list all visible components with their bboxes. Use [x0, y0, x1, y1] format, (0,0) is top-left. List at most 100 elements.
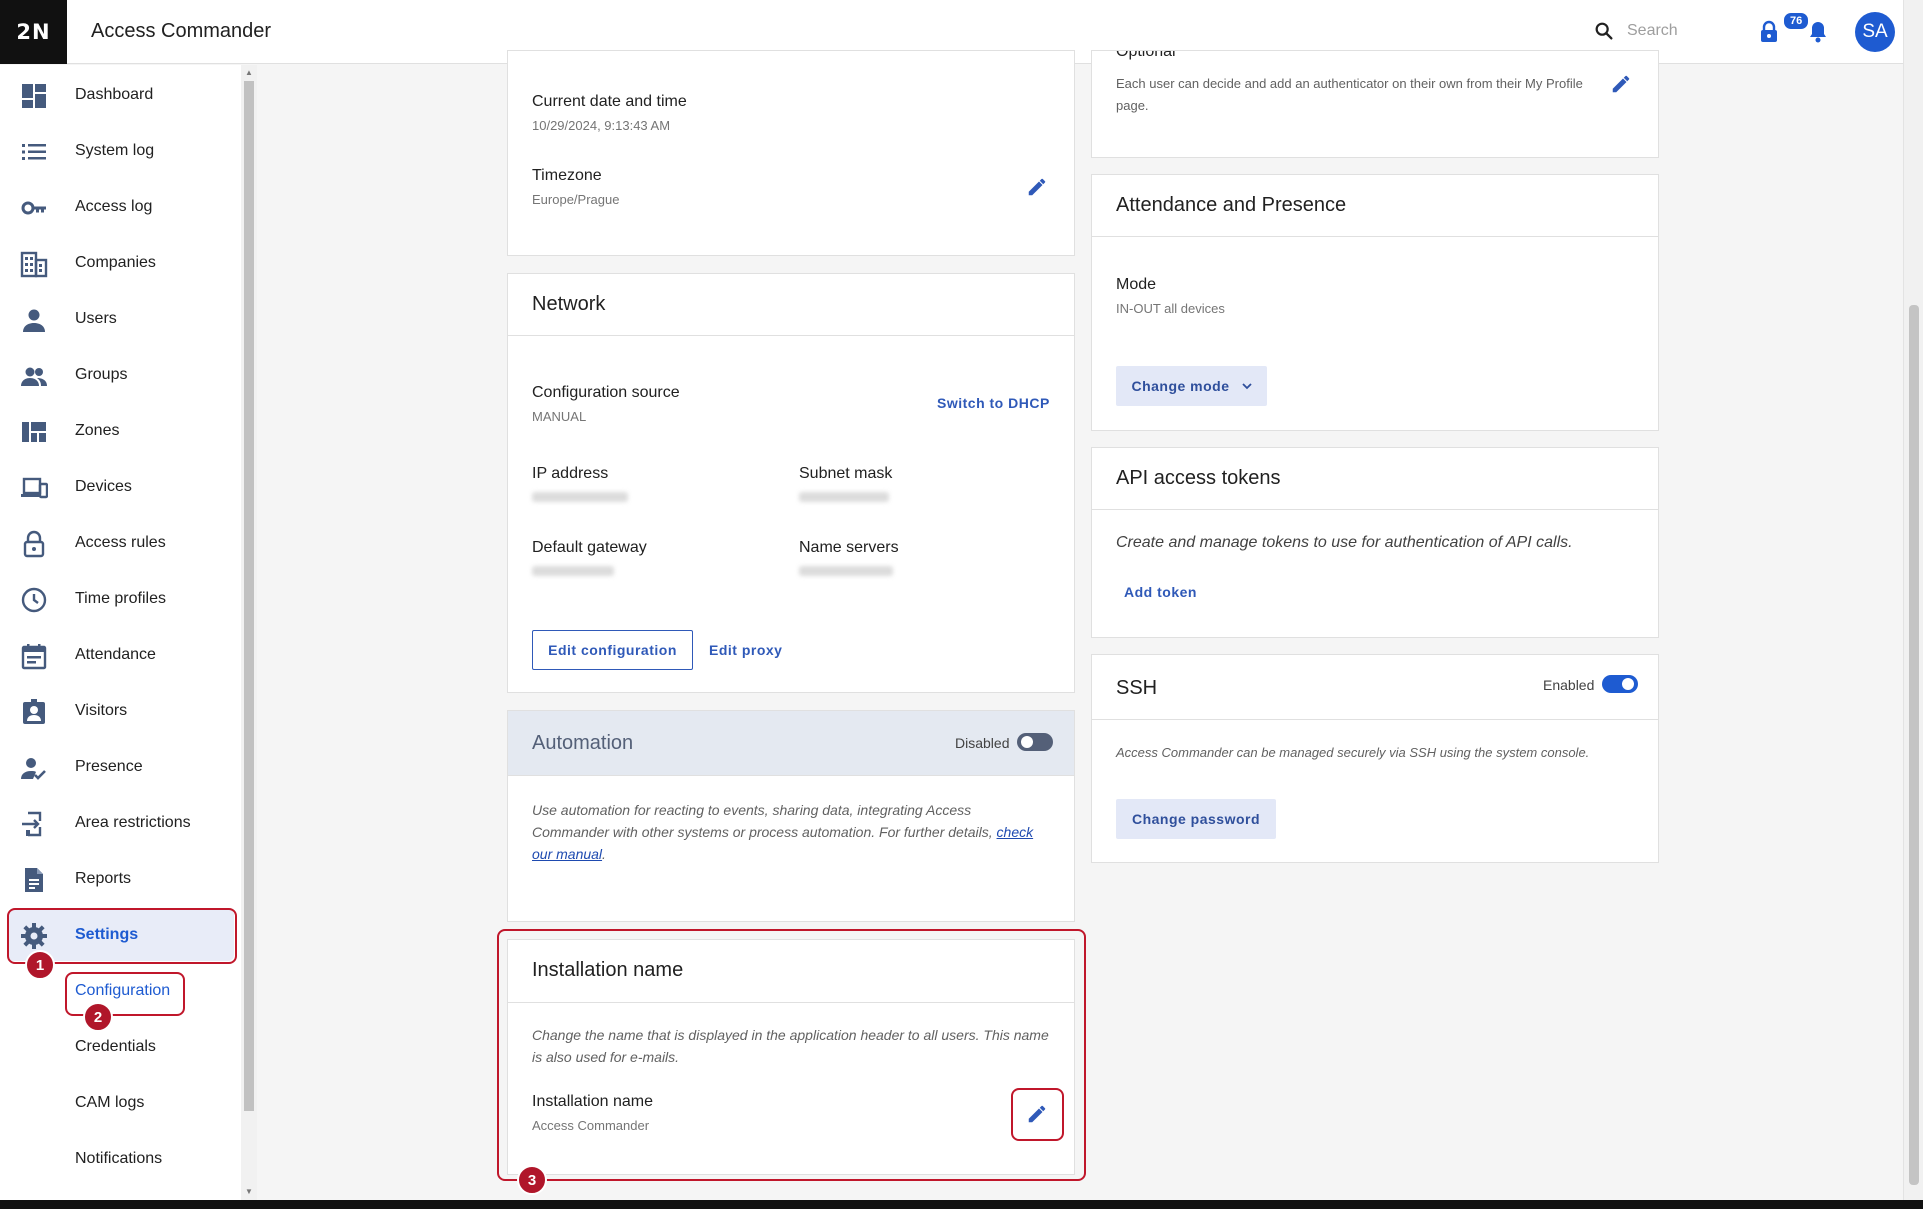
sidebar-subitem-credentials[interactable]: Credentials — [75, 1038, 156, 1056]
sidebar-item-presence[interactable]: Presence — [0, 741, 240, 793]
change-mode-button[interactable]: Change mode — [1116, 366, 1267, 406]
sidebar-item-access-rules[interactable]: Access rules — [0, 517, 240, 569]
sidebar-item-devices[interactable]: Devices — [0, 461, 240, 513]
toggle-knob — [1021, 736, 1033, 748]
dashboard-icon — [22, 84, 46, 108]
visitor-badge-icon — [23, 699, 45, 724]
sidebar-item-label: Dashboard — [75, 86, 154, 103]
add-token-button[interactable]: Add token — [1124, 584, 1197, 600]
edit-installation-name-pencil-icon[interactable] — [1026, 1103, 1048, 1125]
timezone-label: Timezone — [532, 167, 602, 184]
zones-icon — [22, 422, 46, 442]
sidebar-item-groups[interactable]: Groups — [0, 349, 240, 401]
sidebar-item-time-profiles[interactable]: Time profiles — [0, 573, 240, 625]
sidebar-item-access-log[interactable]: Access log — [0, 181, 240, 233]
installation-name-label: Installation name — [532, 1093, 653, 1110]
search-icon — [1595, 22, 1613, 40]
person-check-icon — [21, 758, 46, 780]
api-tokens-card: API access tokens Create and manage toke… — [1091, 447, 1659, 638]
building-icon — [20, 251, 48, 278]
change-mode-label: Change mode — [1131, 378, 1230, 394]
sidebar-item-label: Settings — [75, 926, 139, 943]
config-source-value: MANUAL — [532, 409, 587, 424]
notification-badge: 76 — [1782, 11, 1811, 31]
default-gateway-value-redacted — [532, 566, 614, 576]
api-tokens-description: Create and manage tokens to use for auth… — [1116, 534, 1573, 551]
switch-to-dhcp-button[interactable]: Switch to DHCP — [937, 395, 1050, 411]
page-scrollbar[interactable] — [1903, 0, 1923, 1200]
sidebar-scroll-thumb[interactable] — [244, 81, 254, 1111]
network-card: Network Configuration source MANUAL Swit… — [507, 273, 1075, 693]
automation-toggle[interactable] — [1017, 733, 1053, 751]
sidebar-item-users[interactable]: Users — [0, 293, 240, 345]
list-icon — [22, 144, 46, 160]
sidebar-item-label: Users — [75, 310, 117, 327]
edit-configuration-button[interactable]: Edit configuration — [532, 630, 693, 670]
ssh-toggle-label: Enabled — [1543, 677, 1595, 693]
key-icon — [21, 201, 46, 215]
clock-icon — [21, 587, 47, 613]
sidebar-subitem-notifications[interactable]: Notifications — [75, 1150, 162, 1168]
sidebar-item-label: Access rules — [75, 534, 166, 551]
sidebar-item-dashboard[interactable]: Dashboard — [0, 69, 240, 121]
taskbar-strip — [0, 1200, 1923, 1209]
sidebar: Dashboard System log Access log Companie… — [0, 65, 257, 1200]
network-card-header: Network — [508, 274, 1074, 336]
calendar-icon — [21, 644, 47, 670]
bell-icon[interactable] — [1807, 20, 1829, 44]
two-factor-card: Optional Each user can decide and add an… — [1091, 50, 1659, 158]
name-servers-value-redacted — [799, 566, 893, 576]
avatar[interactable]: SA — [1855, 12, 1895, 52]
automation-card: Automation Disabled Use automation for r… — [507, 710, 1075, 922]
search-bar[interactable] — [1593, 20, 1737, 42]
mode-value: IN-OUT all devices — [1116, 301, 1225, 316]
sidebar-item-label: Zones — [75, 422, 120, 439]
installation-name-card: Installation name Change the name that i… — [507, 939, 1075, 1175]
sidebar-item-area-restrictions[interactable]: Area restrictions — [0, 797, 240, 849]
sidebar-item-reports[interactable]: Reports — [0, 853, 240, 905]
sidebar-item-label: Companies — [75, 254, 156, 271]
search-input[interactable] — [1627, 22, 1737, 40]
lock-icon[interactable] — [1759, 20, 1779, 44]
edit-two-factor-pencil-icon[interactable] — [1610, 73, 1632, 95]
chevron-down-icon — [1241, 383, 1252, 390]
attendance-presence-card: Attendance and Presence Mode IN-OUT all … — [1091, 174, 1659, 431]
sidebar-item-zones[interactable]: Zones — [0, 405, 240, 457]
ssh-description: Access Commander can be managed securely… — [1116, 745, 1590, 760]
ssh-card: SSH Enabled Access Commander can be mana… — [1091, 654, 1659, 863]
sidebar-subitem-configuration[interactable]: Configuration — [75, 982, 170, 1000]
current-datetime-value: 10/29/2024, 9:13:43 AM — [532, 118, 671, 133]
sidebar-scrollbar[interactable]: ▲ ▼ — [241, 65, 257, 1200]
installation-name-value: Access Commander — [532, 1118, 650, 1133]
timezone-value: Europe/Prague — [532, 192, 620, 207]
sidebar-item-attendance[interactable]: Attendance — [0, 629, 240, 681]
area-restriction-icon — [22, 811, 42, 837]
brand-logo[interactable]: 2N — [0, 0, 67, 64]
sidebar-subitem-cam-logs[interactable]: CAM logs — [75, 1094, 144, 1112]
step-marker-3: 3 — [517, 1165, 547, 1195]
page-scroll-thumb[interactable] — [1909, 305, 1919, 1185]
ip-address-label: IP address — [532, 465, 609, 482]
ssh-title: SSH — [1116, 677, 1158, 699]
sidebar-item-visitors[interactable]: Visitors — [0, 685, 240, 737]
automation-description: Use automation for reacting to events, s… — [532, 799, 1052, 865]
sidebar-item-label: Groups — [75, 366, 128, 383]
gear-icon — [21, 923, 47, 949]
edit-timezone-pencil-icon[interactable] — [1026, 176, 1048, 198]
scroll-up-arrow-icon[interactable]: ▲ — [245, 68, 253, 77]
change-password-button[interactable]: Change password — [1116, 799, 1276, 839]
person-icon — [23, 309, 45, 332]
two-factor-optional-clip: Optional — [1092, 51, 1658, 63]
sidebar-item-label: Attendance — [75, 646, 156, 663]
edit-proxy-button[interactable]: Edit proxy — [709, 642, 782, 658]
two-factor-optional-label: Optional — [1116, 51, 1176, 60]
sidebar-item-companies[interactable]: Companies — [0, 237, 240, 289]
sidebar-item-system-log[interactable]: System log — [0, 125, 240, 177]
automation-description-end: . — [602, 846, 606, 862]
automation-card-header: Automation Disabled — [508, 711, 1074, 776]
ssh-toggle[interactable] — [1602, 675, 1638, 693]
scroll-down-arrow-icon[interactable]: ▼ — [245, 1187, 253, 1196]
network-title: Network — [532, 293, 606, 315]
two-factor-description: Each user can decide and add an authenti… — [1116, 76, 1583, 113]
sidebar-item-label: Presence — [75, 758, 143, 775]
